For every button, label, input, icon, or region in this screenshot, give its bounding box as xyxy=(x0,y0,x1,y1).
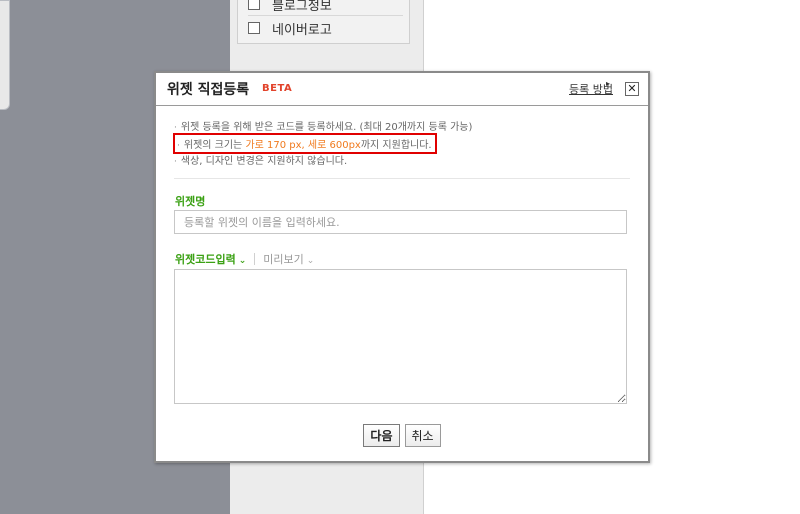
list-item-label: 네이버로고 xyxy=(272,22,332,38)
list-item-blog-info[interactable]: 블로그정보 xyxy=(248,0,403,16)
list-item-naver-logo[interactable]: 네이버로고 xyxy=(248,17,403,39)
layout-checkbox-list: 블로그정보 네이버로고 xyxy=(237,0,410,44)
list-item-label: 블로그정보 xyxy=(272,0,332,14)
chevron-down-icon: ⌄ xyxy=(306,256,315,266)
size-highlight: 가로 170 px, 세로 600px xyxy=(245,140,361,151)
bullet-icon: · xyxy=(174,157,177,167)
notice-register-limit: · 위젯 등록을 위해 받은 코드를 등록하세요. (최대 20개까지 등록 가능… xyxy=(174,122,473,133)
left-panel-tab xyxy=(0,0,10,110)
chevron-right-icon: ▸ xyxy=(605,79,610,88)
widget-register-dialog: 위젯 직접등록 BETA 등록 방법 ▸ ✕ · 위젯 등록을 위해 받은 코드를… xyxy=(154,71,650,463)
chevron-down-icon: ⌄ xyxy=(238,256,247,266)
tab-separator xyxy=(254,253,256,265)
beta-badge: BETA xyxy=(262,83,293,94)
widget-code-textarea[interactable] xyxy=(174,269,627,404)
next-button[interactable]: 다음 xyxy=(363,424,400,447)
bullet-icon: · xyxy=(177,141,180,151)
checkbox[interactable] xyxy=(248,0,260,10)
dialog-header: 위젯 직접등록 BETA 등록 방법 ▸ ✕ xyxy=(156,73,648,106)
widget-name-label: 위젯명 xyxy=(175,195,206,208)
dialog-title: 위젯 직접등록 xyxy=(167,82,250,98)
code-tabs: 위젯코드입력 ⌄ 미리보기 ⌄ xyxy=(175,251,314,267)
notice-design-unsupported: · 색상, 디자인 변경은 지원하지 않습니다. xyxy=(174,156,348,167)
cancel-button[interactable]: 취소 xyxy=(404,424,441,447)
tab-widget-code[interactable]: 위젯코드입력 ⌄ xyxy=(175,251,246,267)
divider xyxy=(174,178,630,179)
notice-size-limit: · 위젯의 크기는 가로 170 px, 세로 600px까지 지원합니다. xyxy=(173,133,437,154)
dialog-buttons: 다음 취소 xyxy=(156,424,648,447)
checkbox[interactable] xyxy=(248,22,260,34)
tab-preview[interactable]: 미리보기 ⌄ xyxy=(263,251,314,267)
widget-name-input[interactable] xyxy=(174,210,627,234)
bullet-icon: · xyxy=(174,123,177,133)
close-icon[interactable]: ✕ xyxy=(625,82,639,96)
